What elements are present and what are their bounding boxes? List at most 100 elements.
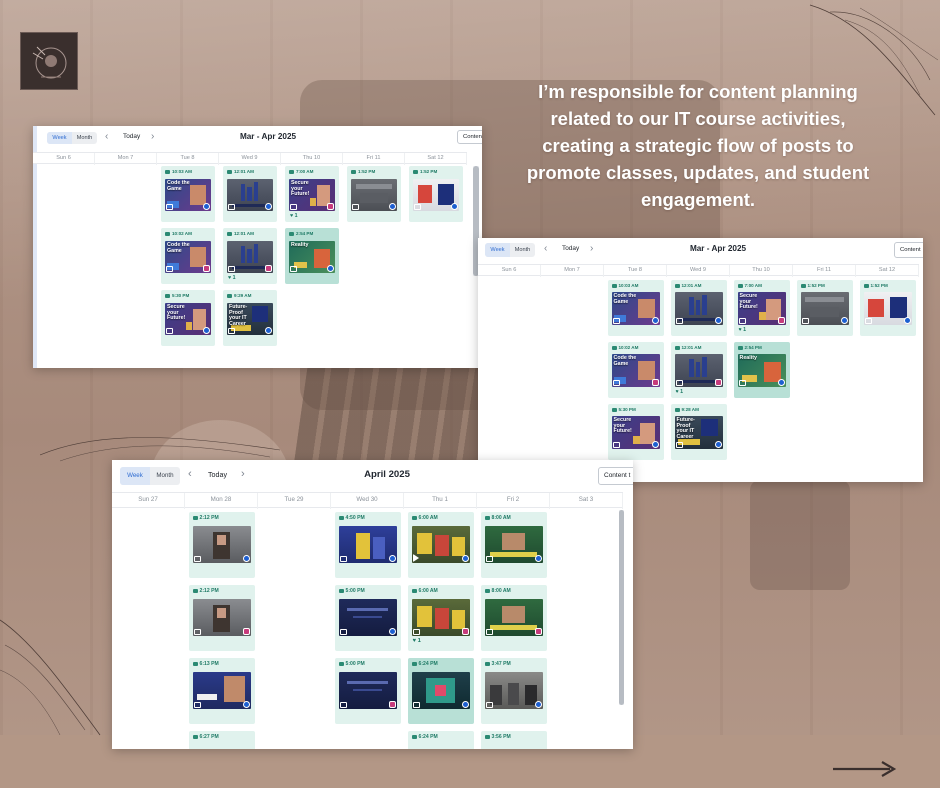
weekday-label: Fri 11 <box>343 153 405 165</box>
scheduled-post-card[interactable]: 7:00 AM Secure your Future! ♥ 1 <box>733 280 790 336</box>
toggle-month[interactable]: Month <box>150 467 180 485</box>
scheduled-post-card[interactable]: 2:54 PM Reality <box>285 228 339 284</box>
scheduled-post-card[interactable]: 1:52 PM <box>347 166 401 222</box>
chevron-left-icon[interactable]: ‹ <box>105 131 108 142</box>
thumbnail-shape <box>688 358 694 378</box>
scheduled-post-card[interactable]: 6:00 AM ♥ 1 <box>407 585 474 651</box>
image-icon <box>290 266 297 272</box>
scheduled-post-card[interactable]: 2:12 PM <box>188 512 255 578</box>
thumbnail-caption: Code the Game <box>613 355 637 367</box>
chevron-left-icon[interactable]: ‹ <box>544 243 547 254</box>
arrow-right-icon[interactable] <box>830 758 900 780</box>
content-button[interactable]: Content t <box>598 467 633 485</box>
thumbnail-shape <box>889 296 907 319</box>
scheduled-post-card[interactable]: 6:27 PM <box>188 731 255 749</box>
scheduled-post-card[interactable]: 4:50 PM <box>334 512 401 578</box>
today-button[interactable]: Today <box>123 133 140 140</box>
scheduled-post-card[interactable]: 6:13 PM <box>188 658 255 724</box>
image-icon <box>612 380 620 386</box>
scrollbar-thumb[interactable] <box>619 510 624 705</box>
post-time: 10:02 AM <box>612 345 639 350</box>
scheduled-post-card[interactable]: 1:52 PM <box>859 280 916 336</box>
weekday-label: Tue 8 <box>157 153 219 165</box>
thumbnail-shape <box>452 537 465 556</box>
today-button[interactable]: Today <box>208 471 227 479</box>
facebook-icon <box>840 317 848 324</box>
scheduled-post-card[interactable]: 2:54 PM Reality <box>733 342 790 398</box>
chevron-right-icon[interactable]: › <box>151 131 154 142</box>
scheduled-post-card[interactable]: 12:01 AM <box>670 280 727 336</box>
post-thumbnail <box>484 672 543 709</box>
image-icon <box>193 629 201 635</box>
scheduled-post-card[interactable]: 10:03 AM Code the Game <box>161 166 215 222</box>
post-thumbnail: Code the Game <box>611 354 660 387</box>
post-time: 6:27 PM <box>193 734 219 740</box>
chevron-right-icon[interactable]: › <box>590 243 593 254</box>
image-icon <box>352 204 359 210</box>
weekday-label: Thu 10 <box>730 265 793 277</box>
scheduled-post-card[interactable]: 6:24 PM <box>407 731 474 749</box>
phone-silhouette <box>750 480 850 590</box>
thumbnail-shape <box>490 551 537 558</box>
calendar-screenshot-1: Week Month ‹ Today › Mar - Apr 2025 Content Sun… <box>33 126 482 368</box>
scheduled-post-card[interactable]: 3:56 PM <box>480 731 547 749</box>
date-range-title: April 2025 <box>364 469 410 480</box>
toggle-month[interactable]: Month <box>72 132 97 144</box>
scheduled-post-card[interactable]: 10:02 AM Code the Game <box>161 228 215 284</box>
scheduled-post-card[interactable]: 3:47 PM <box>480 658 547 724</box>
post-time: 1:52 PM <box>864 283 888 288</box>
scheduled-post-card[interactable]: 1:52 PM <box>796 280 853 336</box>
today-button[interactable]: Today <box>562 245 579 252</box>
toggle-month[interactable]: Month <box>510 243 535 257</box>
scheduled-post-card[interactable]: 10:03 AM Code the Game <box>607 280 664 336</box>
heart-icon: ♥ 1 <box>675 389 684 395</box>
chevron-right-icon[interactable]: › <box>241 468 245 479</box>
toggle-week[interactable]: Week <box>120 467 150 485</box>
image-icon <box>612 442 620 448</box>
thumbnail-caption: Secure your Future! <box>613 417 632 435</box>
scheduled-post-card[interactable]: 5:00 PM <box>334 585 401 651</box>
scheduled-post-card[interactable]: 5:30 PM Secure your Future! <box>161 290 215 346</box>
scheduled-post-card[interactable]: 9:29 AM Future-Proof your IT Career <box>223 290 277 346</box>
scheduled-post-card[interactable]: 8:00 AM <box>480 512 547 578</box>
scheduled-post-card[interactable]: 1:52 PM <box>409 166 463 222</box>
scheduled-post-card[interactable]: 2:12 PM <box>188 585 255 651</box>
post-thumbnail <box>411 526 470 563</box>
thumbnail-shape <box>633 435 640 445</box>
weekday-label: Sun 27 <box>112 493 185 509</box>
scheduled-post-card[interactable]: 9:28 AM Future-Proof your IT Career <box>670 404 727 460</box>
scheduled-post-card[interactable]: 6:00 AM <box>407 512 474 578</box>
image-icon <box>612 318 620 324</box>
post-time: 6:00 AM <box>412 588 438 594</box>
scheduled-post-card[interactable]: 5:00 PM <box>334 658 401 724</box>
facebook-icon <box>242 555 250 562</box>
chevron-left-icon[interactable]: ‹ <box>188 468 192 479</box>
facebook-icon <box>203 203 210 210</box>
post-thumbnail: Code the Game <box>165 179 211 211</box>
instagram-icon <box>714 379 722 386</box>
thumbnail-shape <box>759 311 766 321</box>
scrollbar[interactable] <box>619 510 624 705</box>
scheduled-post-card[interactable]: 12:01 AM <box>223 166 277 222</box>
scheduled-post-card[interactable]: 12:01 AM ♥ 1 <box>670 342 727 398</box>
scheduled-post-card[interactable]: 12:01 AM ♥ 1 <box>223 228 277 284</box>
thumbnail-shape <box>805 296 844 302</box>
post-time: 10:03 AM <box>165 169 192 174</box>
post-thumbnail: Reality <box>289 241 335 273</box>
content-button[interactable]: Content <box>457 130 482 144</box>
scheduled-post-card[interactable]: 5:30 PM Secure your Future! <box>607 404 664 460</box>
post-thumbnail <box>800 292 849 325</box>
instagram-icon <box>534 628 542 635</box>
post-thumbnail <box>227 241 273 273</box>
post-time: 5:00 PM <box>339 661 365 667</box>
scheduled-post-card[interactable]: 7:00 AM Secure your Future! ♥ 1 <box>285 166 339 222</box>
toggle-week[interactable]: Week <box>47 132 72 144</box>
scheduled-post-card[interactable]: 6:24 PM <box>407 658 474 724</box>
thumbnail-caption: Reality <box>739 355 757 361</box>
content-button[interactable]: Content <box>894 242 923 258</box>
scheduled-post-card[interactable]: 8:00 AM <box>480 585 547 651</box>
toggle-week[interactable]: Week <box>485 243 510 257</box>
scheduled-post-card[interactable]: 10:02 AM Code the Game <box>607 342 664 398</box>
post-time: 5:30 PM <box>612 407 636 412</box>
facebook-icon <box>389 203 396 210</box>
